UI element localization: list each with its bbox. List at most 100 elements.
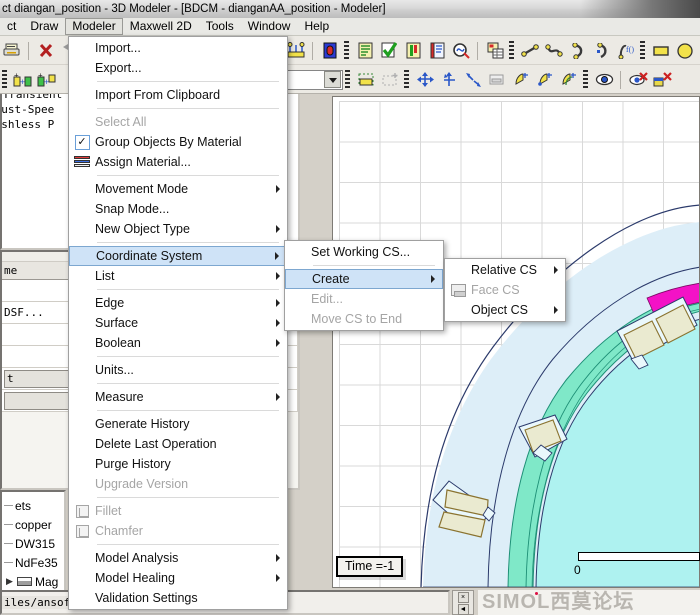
menu-item-object-cs[interactable]: Object CS bbox=[445, 300, 565, 320]
motor-cross-section-drawing[interactable] bbox=[333, 97, 700, 588]
draw-arc-3pt-icon[interactable] bbox=[567, 40, 589, 62]
menu-label: Group Objects By Material bbox=[95, 135, 242, 149]
menu-item-window[interactable]: Window bbox=[241, 18, 298, 35]
hide-all-icon[interactable] bbox=[651, 69, 673, 91]
menu-item-group-objects-by-material[interactable]: ✓ Group Objects By Material bbox=[69, 132, 287, 152]
add-property-icon[interactable]: + + bbox=[36, 69, 58, 91]
draw-spline-icon[interactable] bbox=[543, 40, 565, 62]
scroll-up-icon[interactable]: ◄ bbox=[457, 604, 469, 615]
validate-list-icon[interactable] bbox=[354, 40, 376, 62]
menu-label: Model Healing bbox=[95, 571, 175, 585]
toolbar-grip[interactable] bbox=[640, 40, 645, 61]
menu-item-create[interactable]: Create bbox=[285, 269, 443, 289]
menu-item-tools[interactable]: Tools bbox=[199, 18, 241, 35]
menu-item-generate-history[interactable]: Generate History bbox=[69, 414, 287, 434]
model-tree-label: Mag bbox=[35, 574, 59, 589]
menu-item-list[interactable]: List bbox=[69, 266, 287, 286]
menu-item-movement-mode[interactable]: Movement Mode bbox=[69, 179, 287, 199]
submenu-arrow-icon bbox=[275, 252, 279, 260]
duplicate-along-line-icon[interactable] bbox=[558, 69, 580, 91]
move-icon[interactable] bbox=[414, 69, 436, 91]
menu-item-export[interactable]: Export... bbox=[69, 58, 287, 78]
menu-item-purge-history[interactable]: Purge History bbox=[69, 454, 287, 474]
create-cs-submenu[interactable]: Relative CS Face CS Object CS bbox=[444, 258, 566, 322]
chevron-down-icon[interactable] bbox=[324, 71, 341, 88]
menu-item-set-working-cs[interactable]: Set Working CS... bbox=[285, 242, 443, 262]
menu-item-units[interactable]: Units... bbox=[69, 360, 287, 380]
view-eye-icon[interactable] bbox=[593, 69, 615, 91]
hide-selection-icon[interactable] bbox=[627, 69, 649, 91]
draw-arc-center-icon[interactable] bbox=[591, 40, 613, 62]
menu-item-surface[interactable]: Surface bbox=[69, 313, 287, 333]
duplicate-mirror-icon[interactable] bbox=[510, 69, 532, 91]
model-tree-item[interactable]: DW315 bbox=[2, 534, 64, 553]
menu-item-modeler[interactable]: Modeler bbox=[65, 18, 123, 35]
field-probe-icon[interactable] bbox=[450, 40, 472, 62]
toolbar-grip[interactable] bbox=[509, 40, 514, 61]
expander-icon[interactable]: ▶ bbox=[4, 576, 15, 587]
draw-equation-icon[interactable]: f() bbox=[615, 40, 637, 62]
toolbar-grip[interactable] bbox=[404, 69, 409, 90]
menu-item-new-object-type[interactable]: New Object Type bbox=[69, 219, 287, 239]
validate-check-icon[interactable] bbox=[378, 40, 400, 62]
results-table-icon[interactable] bbox=[484, 40, 506, 62]
menu-item-help[interactable]: Help bbox=[297, 18, 336, 35]
coordinate-system-submenu[interactable]: Set Working CS... Create Edit... Move CS… bbox=[284, 240, 444, 331]
model-tree-item[interactable]: copper bbox=[2, 515, 64, 534]
select-face-icon[interactable] bbox=[355, 69, 377, 91]
magnet-icon[interactable] bbox=[319, 40, 341, 62]
close-icon[interactable]: × bbox=[457, 592, 469, 603]
rotate-icon[interactable] bbox=[438, 69, 460, 91]
menu-item-ct[interactable]: ct bbox=[0, 18, 23, 35]
chamfer-icon bbox=[69, 524, 95, 538]
menu-item-validation-settings[interactable]: Validation Settings bbox=[69, 588, 287, 608]
measure-icon[interactable] bbox=[285, 40, 307, 62]
tree-line bbox=[4, 505, 13, 506]
menu-item-assign-material[interactable]: Assign Material... bbox=[69, 152, 287, 172]
select-plane-icon[interactable] bbox=[379, 69, 401, 91]
menu-item-model-analysis[interactable]: Model Analysis bbox=[69, 548, 287, 568]
menu-label: Move CS to End bbox=[311, 312, 403, 326]
delete-red-x-icon[interactable] bbox=[35, 40, 57, 62]
menu-item-draw[interactable]: Draw bbox=[23, 18, 65, 35]
message-panel-scrollbar[interactable]: × ◄ bbox=[452, 590, 474, 615]
menu-item-snap-mode[interactable]: Snap Mode... bbox=[69, 199, 287, 219]
duplicate-around-axis-icon[interactable] bbox=[534, 69, 556, 91]
menu-item-model-healing[interactable]: Model Healing bbox=[69, 568, 287, 588]
menubar[interactable]: ct Draw Modeler Maxwell 2D Tools Window … bbox=[0, 18, 700, 36]
menu-item-import[interactable]: Import... bbox=[69, 38, 287, 58]
menu-label: Fillet bbox=[95, 504, 122, 518]
menu-item-edge[interactable]: Edge bbox=[69, 293, 287, 313]
svg-text:f(): f() bbox=[626, 45, 634, 54]
menu-label: Export... bbox=[95, 61, 142, 75]
menu-item-coordinate-system[interactable]: Coordinate System bbox=[69, 246, 287, 266]
menu-label: Create bbox=[312, 272, 350, 286]
toolbar-grip[interactable] bbox=[2, 69, 7, 90]
model-tree-item[interactable]: ▶ Mag bbox=[2, 572, 64, 591]
menu-item-import-from-clipboard[interactable]: Import From Clipboard bbox=[69, 85, 287, 105]
draw-line-icon[interactable] bbox=[519, 40, 541, 62]
menu-item-measure[interactable]: Measure bbox=[69, 387, 287, 407]
draw-rectangle-icon[interactable] bbox=[650, 40, 672, 62]
menu-separator bbox=[97, 410, 279, 411]
add-variable-icon[interactable]: + + bbox=[12, 69, 34, 91]
submenu-arrow-icon bbox=[431, 275, 435, 283]
menu-item-delete-last-operation[interactable]: Delete Last Operation bbox=[69, 434, 287, 454]
menu-item-boolean[interactable]: Boolean bbox=[69, 333, 287, 353]
modeler-viewport[interactable] bbox=[332, 96, 700, 588]
offset-icon[interactable] bbox=[486, 69, 508, 91]
toolbar-grip[interactable] bbox=[344, 40, 349, 61]
menu-item-maxwell-2d[interactable]: Maxwell 2D bbox=[123, 18, 199, 35]
toolbar-grip[interactable] bbox=[345, 69, 350, 90]
model-tree-item[interactable]: ets bbox=[2, 496, 64, 515]
modeler-menu[interactable]: Import... Export... Import From Clipboar… bbox=[68, 36, 288, 610]
model-tree-item[interactable]: NdFe35 bbox=[2, 553, 64, 572]
toolbar-grip[interactable] bbox=[583, 69, 588, 90]
mirror-icon[interactable] bbox=[462, 69, 484, 91]
report-icon[interactable] bbox=[426, 40, 448, 62]
print-icon[interactable] bbox=[1, 40, 23, 62]
menu-separator bbox=[97, 497, 279, 498]
draw-circle-icon[interactable] bbox=[674, 40, 696, 62]
menu-item-relative-cs[interactable]: Relative CS bbox=[445, 260, 565, 280]
analyze-icon[interactable] bbox=[402, 40, 424, 62]
